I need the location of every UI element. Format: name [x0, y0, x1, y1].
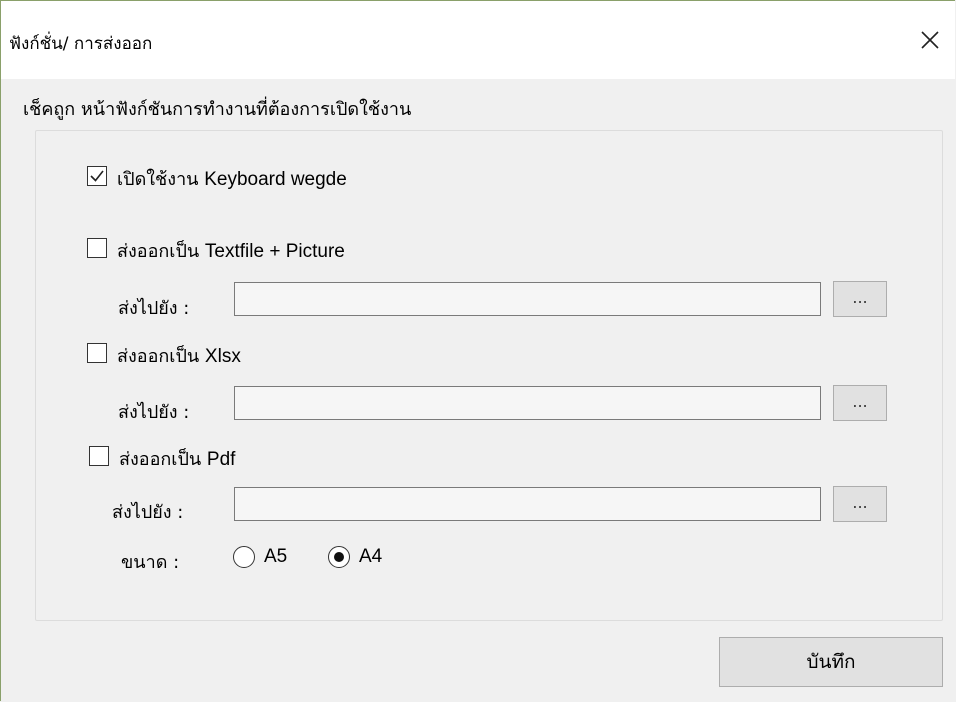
save-button[interactable]: บันทึก [719, 637, 943, 687]
xlsx-dest-label: ส่งไปยัง : [118, 402, 190, 423]
size-a4-radio[interactable] [328, 546, 350, 568]
xlsx-checkbox[interactable] [87, 343, 107, 363]
size-a5-radio[interactable] [233, 546, 255, 568]
close-icon [921, 31, 939, 49]
xlsx-dest-field[interactable] [234, 386, 821, 420]
size-a5-label[interactable]: A5 [264, 546, 287, 568]
export-function-dialog: ฟังก์ชั่น/ การส่งออก เช็คถูก หน้าฟังก์ชั… [0, 0, 955, 701]
textfile-picture-checkbox[interactable] [87, 238, 107, 258]
pdf-browse-button[interactable]: ... [833, 486, 887, 522]
radio-selected-dot [334, 552, 344, 562]
paper-size-label: ขนาด : [121, 552, 180, 573]
pdf-dest-field[interactable] [234, 487, 821, 521]
textfile-dest-label: ส่งไปยัง : [118, 298, 190, 319]
keyboard-wedge-label[interactable]: เปิดใช้งาน Keyboard wegde [117, 164, 347, 193]
pdf-checkbox[interactable] [89, 446, 109, 466]
title-bar: ฟังก์ชั่น/ การส่งออก [1, 1, 955, 79]
size-a4-label[interactable]: A4 [359, 546, 382, 568]
instruction-text: เช็คถูก หน้าฟังก์ชันการทำงานที่ต้องการเป… [23, 99, 412, 120]
xlsx-browse-button[interactable]: ... [833, 385, 887, 421]
textfile-picture-label[interactable]: ส่งออกเป็น Textfile + Picture [117, 236, 345, 265]
window-title: ฟังก์ชั่น/ การส่งออก [9, 34, 153, 54]
keyboard-wedge-checkbox[interactable] [87, 166, 107, 186]
textfile-dest-field[interactable] [234, 282, 821, 316]
xlsx-label[interactable]: ส่งออกเป็น Xlsx [117, 341, 241, 370]
pdf-label[interactable]: ส่งออกเป็น Pdf [119, 444, 235, 473]
checkmark-icon [90, 170, 104, 182]
textfile-browse-button[interactable]: ... [833, 281, 887, 317]
close-button[interactable] [911, 21, 949, 59]
pdf-dest-label: ส่งไปยัง : [112, 502, 184, 523]
